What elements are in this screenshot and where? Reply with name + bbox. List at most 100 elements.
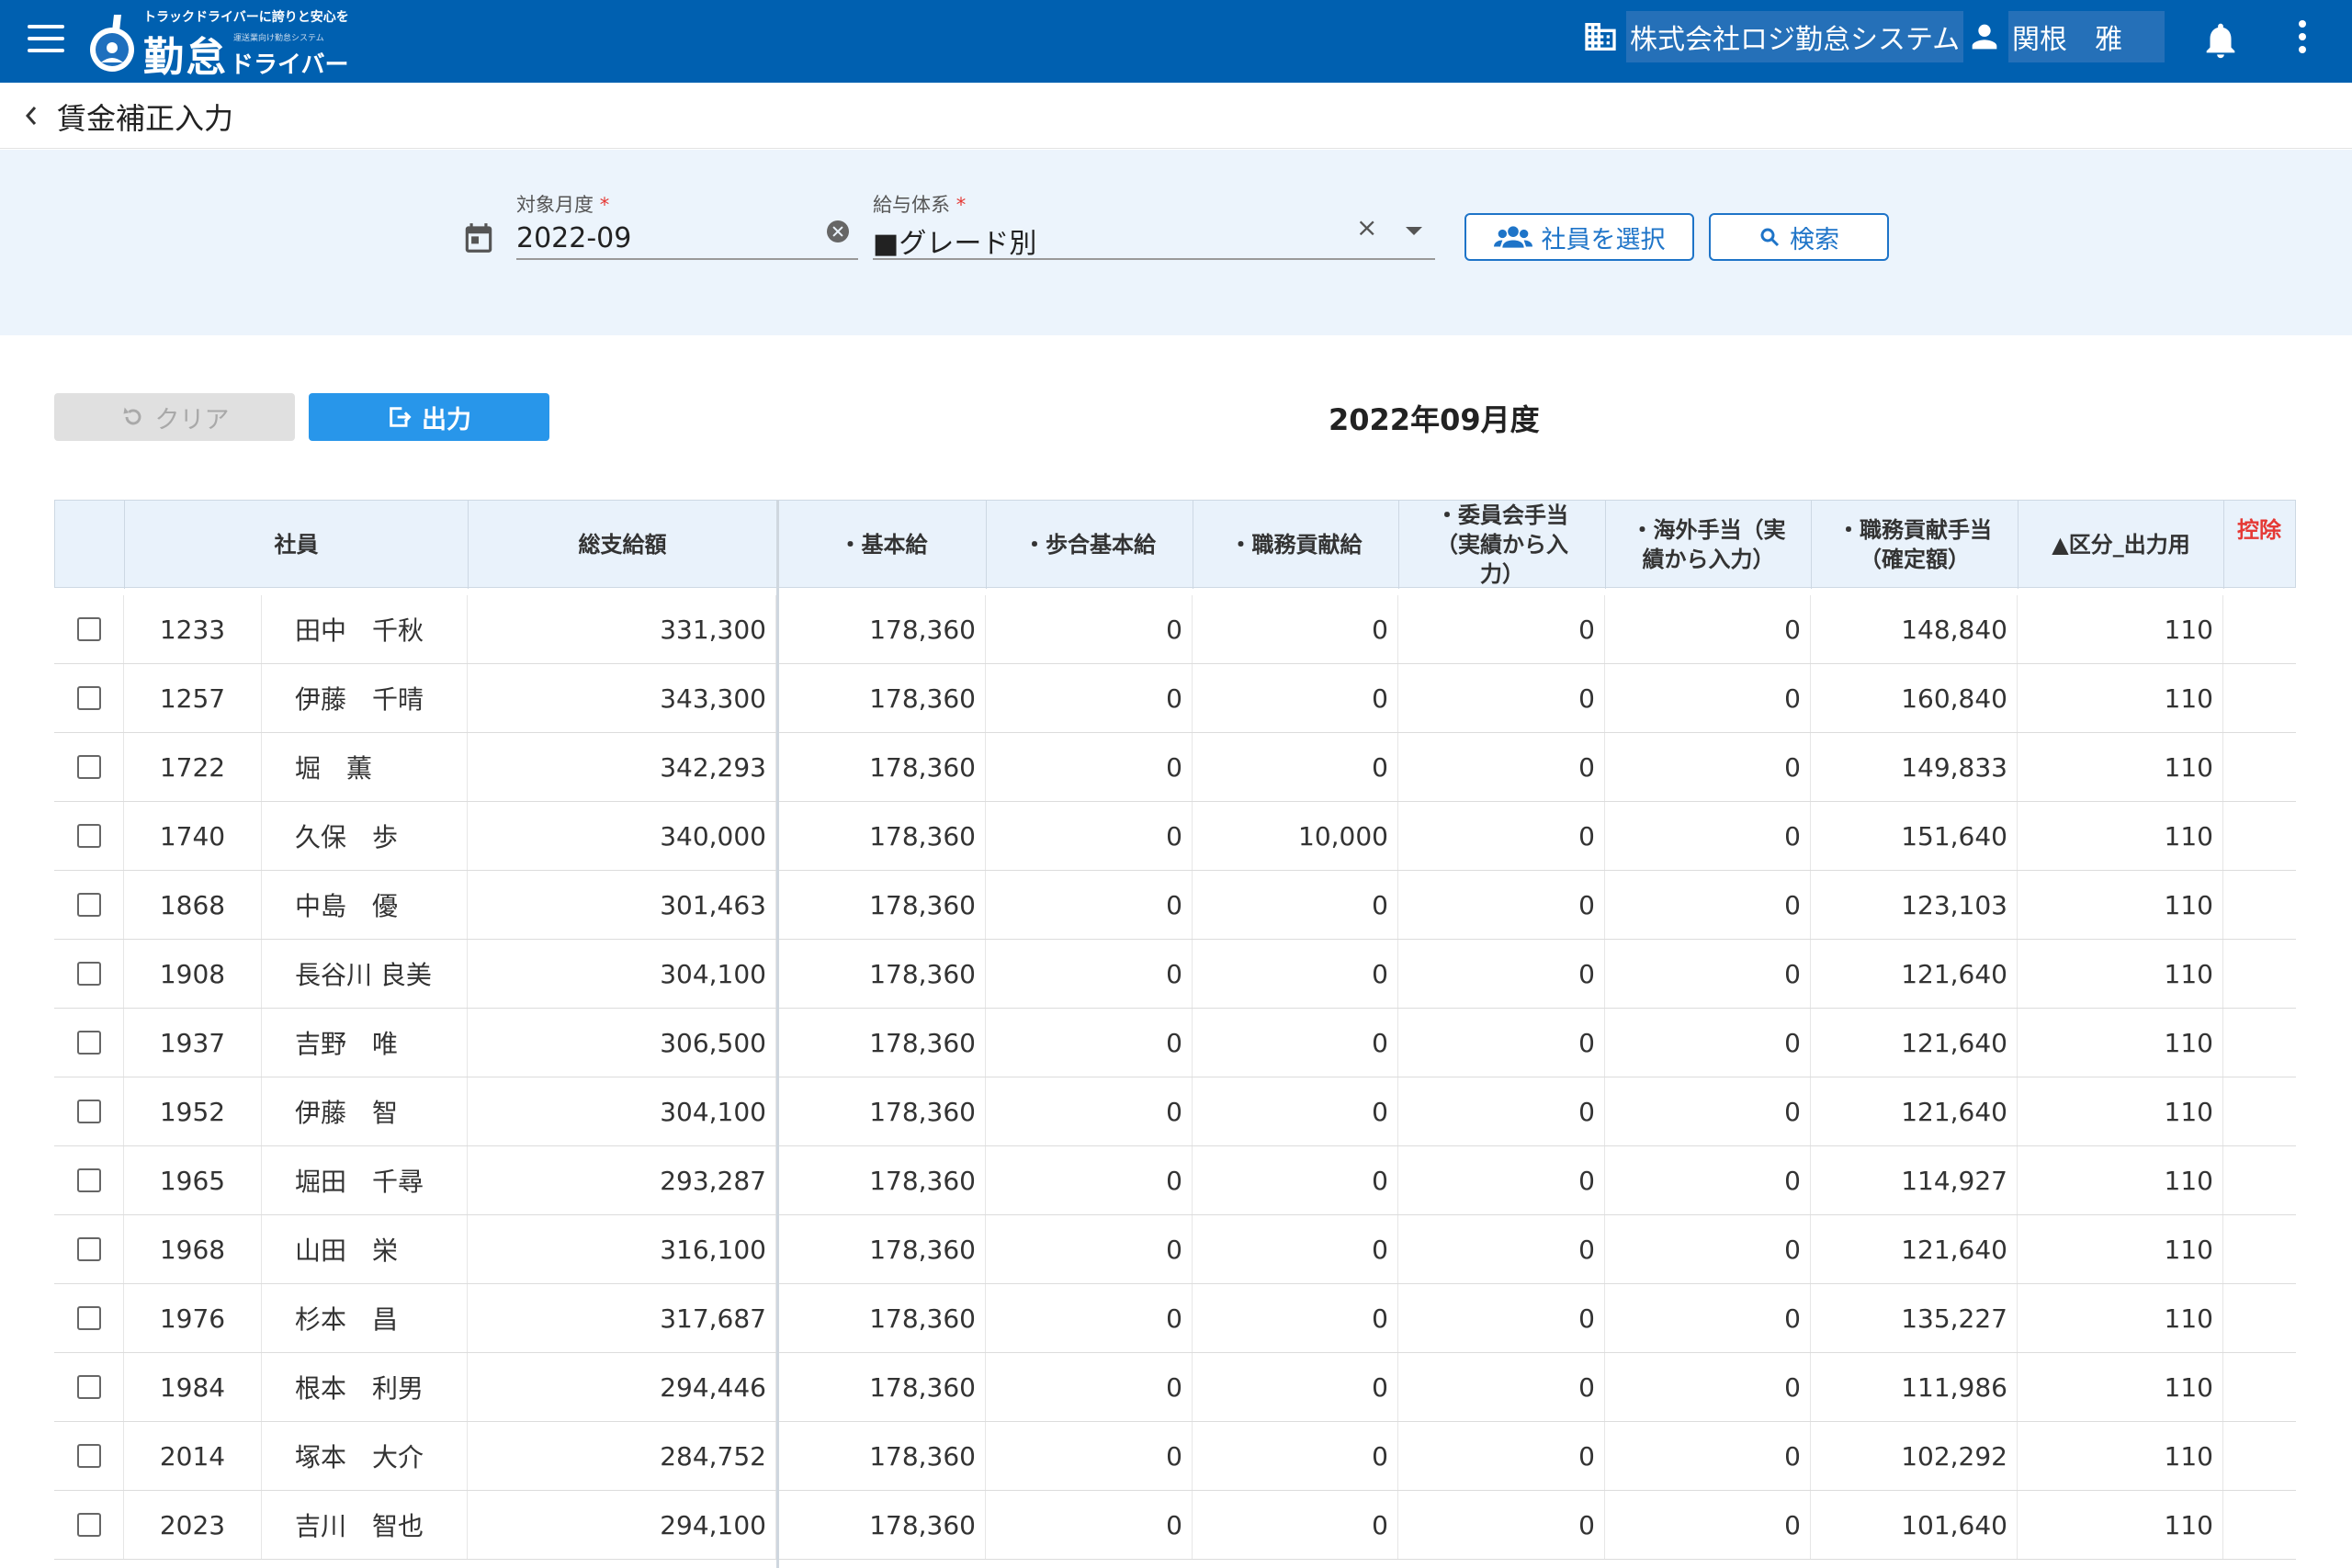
table-row[interactable]: 1984 根本 利男 294,446 178,360 0 0 0 0 111,986 110 [54,1353,2296,1422]
app-logo[interactable]: トラックドライバーに誇りと安心を 勤怠 運送業向け勤怠システム ドライバー [86,4,349,81]
page-title-bar: 賃金補正入力 [0,83,2352,149]
output-button[interactable]: 出力 [309,393,549,441]
checkbox[interactable] [76,1444,101,1468]
cell-duty: 0 [1193,664,1398,732]
cell-category: 110 [2018,802,2223,870]
table-row[interactable]: 1976 杉本 昌 317,687 178,360 0 0 0 0 135,227 110 [54,1284,2296,1353]
checkbox[interactable] [76,824,101,848]
row-checkbox [54,1009,124,1077]
checkbox[interactable] [76,1031,101,1055]
person-icon [1972,24,1997,50]
table-row[interactable]: 1968 山田 栄 316,100 178,360 0 0 0 0 121,640 110 [54,1215,2296,1284]
checkbox[interactable] [76,1306,101,1330]
pay-clear-icon[interactable]: × [1356,212,1377,243]
header-duty-allow[interactable]: ・職務貢献手当（確定額） [1812,501,2018,589]
checkbox[interactable] [76,1168,101,1192]
cell-total: 343,300 [468,664,776,732]
bell-icon[interactable] [2199,18,2242,62]
cell-basic: 178,360 [780,940,986,1008]
cell-overseas: 0 [1605,664,1811,732]
table-row[interactable]: 1965 堀田 千尋 293,287 178,360 0 0 0 0 114,927 110 [54,1146,2296,1215]
table-row[interactable]: 1868 中島 優 301,463 178,360 0 0 0 0 123,103 110 [54,871,2296,940]
menu-icon[interactable] [28,25,64,56]
cell-overseas: 0 [1605,871,1811,939]
table-row[interactable]: 1257 伊藤 千晴 343,300 178,360 0 0 0 0 160,840 110 [54,664,2296,733]
cell-total: 317,687 [468,1284,776,1352]
cell-employee-id: 1984 [124,1353,262,1421]
table-row[interactable]: 1937 吉野 唯 306,500 178,360 0 0 0 0 121,640 110 [54,1009,2296,1077]
checkbox[interactable] [76,1375,101,1399]
cell-duty-allow: 123,103 [1811,871,2018,939]
cell-commission: 0 [986,1284,1193,1352]
required-mark: * [956,194,967,216]
checkbox[interactable] [76,893,101,917]
header-overseas[interactable]: ・海外手当（実績から入力） [1606,501,1812,589]
table-row[interactable]: 1722 堀 薫 342,293 178,360 0 0 0 0 149,833 110 [54,733,2296,802]
header-duty[interactable]: ・職務貢献給 [1193,501,1399,589]
table-row[interactable]: 2023 吉川 智也 294,100 178,360 0 0 0 0 101,640 110 [54,1491,2296,1560]
cell-employee-name: 堀 薫 [262,733,468,801]
table-row[interactable]: 2014 塚本 大介 284,752 178,360 0 0 0 0 102,292 110 [54,1422,2296,1491]
cell-basic: 178,360 [780,1215,986,1283]
cell-committee: 0 [1398,1422,1605,1490]
user-menu[interactable]: 関根 雅 [1966,9,2165,64]
checkbox[interactable] [76,1237,101,1261]
cell-employee-id: 1976 [124,1284,262,1352]
clear-button[interactable]: クリア [54,393,295,441]
output-label: 出力 [422,405,471,434]
cell-duty-allow: 121,640 [1811,1009,2018,1077]
table-row[interactable]: 1740 久保 歩 340,000 178,360 0 10,000 0 0 151,640 11… [54,802,2296,871]
table-row[interactable]: 1952 伊藤 智 304,100 178,360 0 0 0 0 121,640 110 [54,1077,2296,1146]
dropdown-arrow-icon[interactable] [1406,227,1422,235]
cell-employee-id: 2014 [124,1422,262,1490]
cell-total: 331,300 [468,595,776,663]
truck-driver-logo-icon [90,15,134,72]
header-employee[interactable]: 社員 [125,501,469,589]
clear-label: クリア [154,405,230,434]
cell-category: 110 [2018,595,2223,663]
company-selector[interactable]: 株式会社ロジ勤怠システム [1582,9,1964,64]
table-row[interactable]: 1233 田中 千秋 331,300 178,360 0 0 0 0 148,840 110 [54,595,2296,664]
cell-committee: 0 [1398,1215,1605,1283]
header-deduction[interactable]: 控除 [2224,501,2296,589]
cell-overseas: 0 [1605,1491,1811,1559]
cell-employee-name: 中島 優 [262,871,468,939]
table-header: 社員 総支給額 ・基本給 ・歩合基本給 ・職務貢献給 ・委員会手当（実績から入力… [54,500,2296,589]
cell-total: 340,000 [468,802,776,870]
header-category[interactable]: ▲区分_出力用 [2018,501,2224,589]
cell-duty-allow: 101,640 [1811,1491,2018,1559]
select-employee-button[interactable]: 社員を選択 [1464,213,1694,261]
cell-category: 110 [2018,733,2223,801]
checkbox[interactable] [76,1100,101,1123]
month-clear-icon[interactable] [827,220,849,243]
more-vert-icon[interactable] [2295,20,2310,61]
cell-category: 110 [2018,940,2223,1008]
table-row[interactable]: 1908 長谷川 良美 304,100 178,360 0 0 0 0 121,640 110 [54,940,2296,1009]
chevron-left-icon[interactable] [20,103,42,129]
calendar-icon[interactable] [461,220,496,256]
cell-total: 294,446 [468,1353,776,1421]
header-total[interactable]: 総支給額 [469,501,777,589]
search-label: 検索 [1790,225,1839,254]
logo-main-text: 勤怠 [143,34,228,81]
cell-committee: 0 [1398,802,1605,870]
search-button[interactable]: 検索 [1709,213,1889,261]
pay-system-select[interactable]: ■グレード別 [873,220,1036,261]
header-committee[interactable]: ・委員会手当（実績から入力） [1399,501,1606,589]
header-basic[interactable]: ・基本給 [781,501,987,589]
cell-commission: 0 [986,733,1193,801]
checkbox[interactable] [76,617,101,641]
row-checkbox [54,802,124,870]
month-input[interactable]: 2022-09 [516,222,631,254]
month-input-underline [516,258,858,260]
checkbox[interactable] [76,962,101,986]
cell-category: 110 [2018,1077,2223,1145]
checkbox[interactable] [76,1513,101,1537]
row-checkbox [54,664,124,732]
cell-total: 342,293 [468,733,776,801]
cell-employee-id: 1937 [124,1009,262,1077]
checkbox[interactable] [76,755,101,779]
header-commission[interactable]: ・歩合基本給 [987,501,1193,589]
cell-duty: 0 [1193,1422,1398,1490]
checkbox[interactable] [76,686,101,710]
